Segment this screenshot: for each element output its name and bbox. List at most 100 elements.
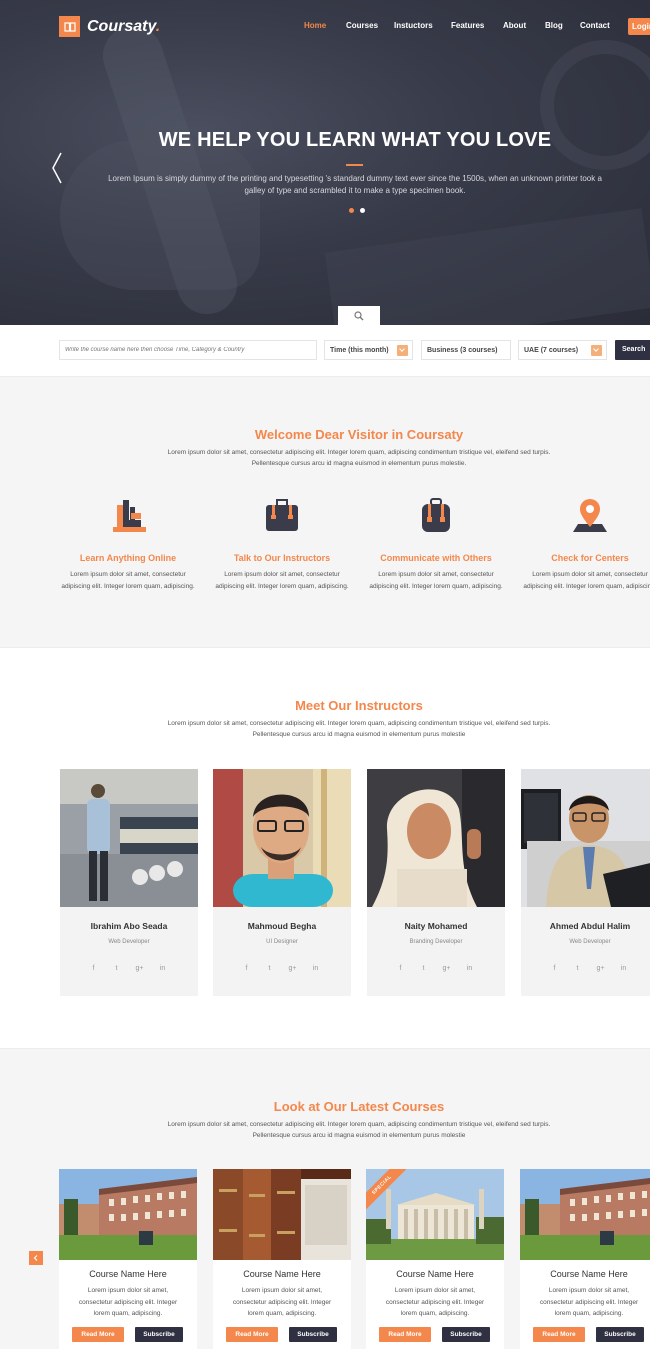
facebook-icon[interactable]: f (396, 965, 405, 972)
social-links: f t g+ in (396, 965, 474, 972)
course-description: Lorem ipsum dolor sit amet, consectetur … (78, 1287, 178, 1317)
course-name: Course Name Here (396, 1269, 474, 1279)
linkedin-icon[interactable]: in (465, 965, 474, 972)
subscribe-button[interactable]: Subscribe (596, 1327, 644, 1342)
feature-text: Lorem ipsum dolor sit amet, consectetur … (61, 571, 195, 590)
category-select-value: Business (3 courses) (427, 347, 498, 354)
briefcase-icon (266, 499, 298, 531)
facebook-icon[interactable]: f (550, 965, 559, 972)
facebook-icon[interactable]: f (89, 965, 98, 972)
time-select-value: Time (this month) (330, 347, 389, 354)
facebook-icon[interactable]: f (242, 965, 251, 972)
course-card[interactable]: Course Name Here Lorem ipsum dolor sit a… (520, 1169, 650, 1349)
linkedin-icon[interactable]: in (619, 965, 628, 972)
google-plus-icon[interactable]: g+ (596, 965, 605, 972)
country-select[interactable]: UAE (7 courses) (518, 340, 607, 360)
courses-section: Look at Our Latest Courses Lorem ipsum d… (0, 1048, 650, 1349)
feature-title: Talk to Our Instructors (233, 553, 331, 563)
subscribe-button[interactable]: Subscribe (442, 1327, 490, 1342)
location-pin-icon (573, 499, 607, 532)
courses-title: Look at Our Latest Courses (273, 1099, 445, 1114)
course-name: Course Name Here (550, 1269, 628, 1279)
feature-learn-online: Learn Anything Online Lorem ipsum dolor … (61, 497, 195, 592)
books-icon (113, 500, 146, 532)
nav-blog[interactable]: Blog (545, 21, 563, 30)
instructors-section: Meet Our Instructors Lorem ipsum dolor s… (0, 647, 650, 1048)
search-toggle-tab[interactable] (338, 306, 380, 325)
instructor-photo (367, 769, 505, 907)
course-image (59, 1169, 197, 1260)
hero-title: WE HELP YOU LEARN WHAT YOU LOVE (158, 129, 552, 151)
instructor-photo (521, 769, 650, 907)
instructors-title: Meet Our Instructors (295, 698, 423, 713)
instructor-name: Mahmoud Begha (247, 921, 317, 931)
course-image: SPECIAL (366, 1169, 504, 1260)
course-image (520, 1169, 650, 1260)
read-more-button[interactable]: Read More (379, 1327, 431, 1342)
chevron-left-icon (33, 1255, 38, 1261)
google-plus-icon[interactable]: g+ (135, 965, 144, 972)
nav-home[interactable]: Home (304, 21, 326, 30)
category-select[interactable]: Business (3 courses) (421, 340, 511, 360)
twitter-icon[interactable]: t (419, 965, 428, 972)
instructor-role: UI Designer (266, 939, 298, 945)
course-name: Course Name Here (243, 1269, 321, 1279)
feature-communicate: Communicate with Others Lorem ipsum dolo… (369, 497, 503, 592)
nav-features[interactable]: Features (451, 21, 484, 30)
feature-talk-instructors: Talk to Our Instructors Lorem ipsum dolo… (215, 497, 349, 592)
instructor-photo (213, 769, 351, 907)
feature-text: Lorem ipsum dolor sit amet, consectetur … (523, 571, 650, 590)
main-nav: Home Courses Instuctors Features About B… (0, 21, 650, 35)
feature-title: Communicate with Others (380, 553, 492, 563)
nav-about[interactable]: About (503, 21, 526, 30)
google-plus-icon[interactable]: g+ (442, 965, 451, 972)
instructor-card[interactable]: Mahmoud Begha UI Designer f t g+ in (213, 769, 351, 996)
course-search-input[interactable] (59, 340, 317, 360)
linkedin-icon[interactable]: in (311, 965, 320, 972)
course-name: Course Name Here (89, 1269, 167, 1279)
instructor-role: Web Developer (108, 939, 150, 945)
instructors-text: Lorem ipsum dolor sit amet, consectetur … (167, 720, 551, 738)
read-more-button[interactable]: Read More (226, 1327, 278, 1342)
instructor-role: Branding Developer (409, 939, 463, 945)
slider-dot-1[interactable] (349, 208, 354, 213)
read-more-button[interactable]: Read More (72, 1327, 124, 1342)
chevron-left-icon[interactable] (50, 152, 64, 184)
twitter-icon[interactable]: t (112, 965, 121, 972)
subscribe-button[interactable]: Subscribe (289, 1327, 337, 1342)
linkedin-icon[interactable]: in (158, 965, 167, 972)
chevron-down-icon (397, 345, 408, 356)
instructor-card[interactable]: Ibrahim Abo Seada Web Developer f t g+ i… (60, 769, 198, 996)
welcome-section: Welcome Dear Visitor in Coursaty Lorem i… (0, 376, 650, 647)
feature-title: Check for Centers (551, 553, 629, 563)
instructor-card[interactable]: Ahmed Abdul Halim Web Developer f t g+ i… (521, 769, 650, 996)
course-card[interactable]: SPECIAL Course Name Here Lorem ipsum dol… (366, 1169, 504, 1349)
instructor-name: Naity Mohamed (404, 921, 468, 931)
social-links: f t g+ in (550, 965, 628, 972)
nav-courses[interactable]: Courses (346, 21, 378, 30)
instructor-role: Web Developer (569, 939, 611, 945)
nav-instructors[interactable]: Instuctors (394, 21, 433, 30)
slider-dot-2[interactable] (360, 208, 365, 213)
courses-text: Lorem ipsum dolor sit amet, consectetur … (167, 1121, 551, 1139)
twitter-icon[interactable]: t (573, 965, 582, 972)
feature-text: Lorem ipsum dolor sit amet, consectetur … (369, 571, 503, 590)
instructor-card[interactable]: Naity Mohamed Branding Developer f t g+ … (367, 769, 505, 996)
search-icon (354, 310, 364, 320)
social-links: f t g+ in (89, 965, 167, 972)
login-button[interactable]: Login (628, 18, 650, 35)
google-plus-icon[interactable]: g+ (288, 965, 297, 972)
welcome-text: Lorem ipsum dolor sit amet, consectetur … (167, 449, 551, 467)
time-select[interactable]: Time (this month) (324, 340, 413, 360)
read-more-button[interactable]: Read More (533, 1327, 585, 1342)
subscribe-button[interactable]: Subscribe (135, 1327, 183, 1342)
social-links: f t g+ in (242, 965, 320, 972)
course-card[interactable]: Course Name Here Lorem ipsum dolor sit a… (59, 1169, 197, 1349)
search-button[interactable]: Search (615, 340, 650, 360)
nav-contact[interactable]: Contact (580, 21, 610, 30)
slider-dots (349, 208, 365, 213)
twitter-icon[interactable]: t (265, 965, 274, 972)
carousel-prev-button[interactable] (29, 1251, 43, 1265)
course-card[interactable]: Course Name Here Lorem ipsum dolor sit a… (213, 1169, 351, 1349)
instructor-name: Ibrahim Abo Seada (90, 921, 168, 931)
